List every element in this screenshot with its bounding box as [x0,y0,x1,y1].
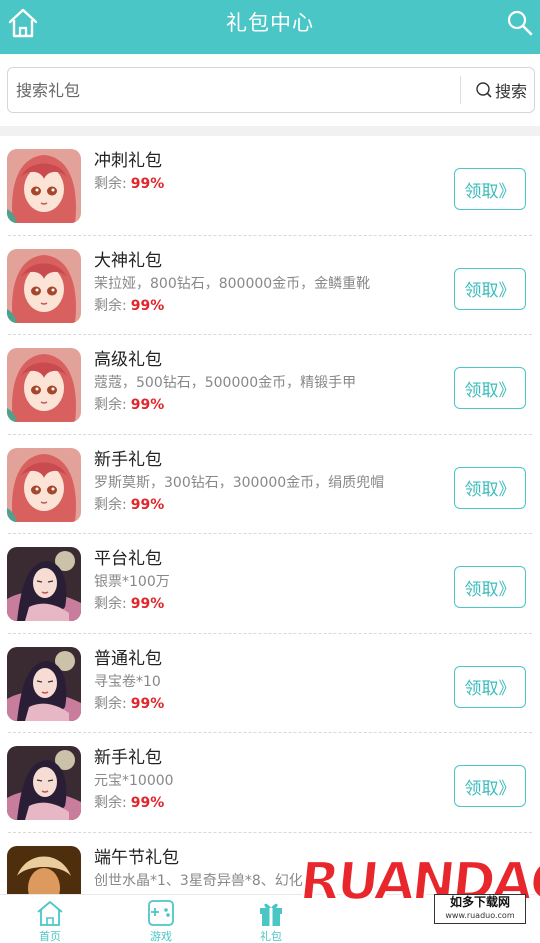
search-icon[interactable] [506,9,534,37]
claim-button[interactable]: 领取》 [454,267,526,310]
game-thumbnail[interactable] [7,348,81,422]
search-input[interactable] [16,75,456,105]
search-divider [460,76,461,104]
gift-info: 大神礼包 茉拉娅，800钻石，800000金币，金鳞重靴 剩余: 99% [94,250,434,316]
gift-name: 普通礼包 [94,648,162,669]
gift-item[interactable]: 新手礼包元宝*10000 剩余: 99% 领取》 [0,733,540,833]
search-button-label: 搜索 [494,82,527,101]
gift-description: 元宝*10000 [94,773,174,789]
gift-remaining: 剩余: 99% [94,793,434,813]
top-bar: 礼包中心 [0,0,540,54]
gift-name: 新手礼包 [94,748,162,768]
gift-info: 高级礼包 蔻蔻，500钻石，500000金币，精锻手甲 剩余: 99% [94,349,434,415]
gift-name: 高级礼包 [94,350,162,370]
watermark-line2: www.ruaduo.com [445,911,515,920]
gift-name: 冲刺礼包 [94,151,162,171]
remaining-label: 剩余: [94,795,127,811]
claim-button[interactable]: 领取》 [454,367,526,409]
gift-info: 新手礼包元宝*10000 剩余: 99% [94,747,434,813]
game-thumbnail[interactable] [7,447,81,522]
gift-info: 冲刺礼包剩余: 99% [94,150,434,194]
game-thumbnail[interactable] [7,646,81,721]
claim-button[interactable]: 领取》 [454,466,526,509]
remaining-label: 剩余: [94,397,127,413]
game-thumbnail[interactable] [7,547,81,621]
gift-remaining: 剩余: 99% [94,594,434,614]
gift-description: 罗斯莫斯，300钻石，300000金币，绢质兜帽 [94,474,385,491]
remaining-label: 剩余: [94,695,127,712]
gift-name: 新手礼包 [94,449,162,470]
gift-item[interactable]: 普通礼包寻宝卷*10 剩余: 99% 领取》 [0,634,540,733]
gift-item[interactable]: 大神礼包 茉拉娅，800钻石，800000金币，金鳞重靴 剩余: 99% 领取》 [0,236,540,335]
section-divider [0,126,540,136]
tab-home-label: 首页 [39,930,61,943]
gift-name: 平台礼包 [94,549,162,569]
search-button[interactable]: 搜索 [468,74,534,106]
claim-button[interactable]: 领取》 [454,765,526,807]
remaining-value: 99% [130,297,165,314]
gift-list[interactable]: 冲刺礼包 剩余: 99% 领取》 大神礼包 茉拉娅，800钻石，800000金币，金鳞重靴… [0,136,540,894]
gift-remaining: 剩余: 99% [94,395,434,415]
tab-home[interactable]: 首页 [5,895,95,943]
claim-button[interactable]: 领取》 [454,566,526,608]
gift-remaining: 剩余: 99% [94,296,434,316]
remaining-value: 99% [130,397,165,413]
remaining-label: 剩余: [94,176,127,192]
gift-description: 茉拉娅，800钻石，800000金币，金鳞重靴 [94,275,371,292]
remaining-label: 剩余: [94,596,127,612]
watermark-caption: 如多下载网 www.ruaduo.com [434,894,526,924]
page-title: 礼包中心 [226,11,314,35]
claim-button[interactable]: 领取》 [454,665,526,708]
gift-remaining: 剩余: 99% [94,694,434,714]
home-icon [37,901,63,926]
gift-description: 蔻蔻，500钻石，500000金币，精锻手甲 [94,375,357,391]
gift-remaining: 剩余: 99% [94,174,434,194]
gift-remaining: 剩余: 99% [94,495,434,515]
gift-description: 寻宝卷*10 [94,673,161,690]
search-section: 搜索 [0,54,540,126]
tab-games[interactable]: 游戏 [116,895,206,943]
remaining-value: 99% [130,795,165,811]
game-thumbnail[interactable] [7,248,81,323]
remaining-value: 99% [130,496,165,513]
gift-name: 大神礼包 [94,250,162,271]
remaining-value: 99% [130,695,165,712]
remaining-label: 剩余: [94,496,127,513]
watermark-line1: 如多下载网 [449,895,510,909]
gift-info: 普通礼包寻宝卷*10 剩余: 99% [94,648,434,714]
search-icon [476,82,492,98]
gift-info: 平台礼包 银票*100万 剩余: 99% [94,548,434,614]
gift-item[interactable]: 平台礼包 银票*100万 剩余: 99% 领取》 [0,534,540,634]
game-thumbnail[interactable] [7,149,81,223]
gift-item[interactable]: 冲刺礼包剩余: 99% 领取》 [0,136,540,236]
remaining-value: 99% [130,596,165,612]
search-box: 搜索 [7,67,535,113]
tab-games-label: 游戏 [150,930,172,943]
site-watermark: RUANDAOO 如多下载网 www.ruaduo.com [296,851,540,940]
game-thumbnail[interactable] [7,845,81,894]
gift-info: 新手礼包 罗斯莫斯，300钻石，300000金币，绢质兜帽 剩余: 99% [94,449,434,515]
gift-item[interactable]: 高级礼包 蔻蔻，500钻石，500000金币，精锻手甲 剩余: 99% 领取》 [0,335,540,435]
gamepad-icon [148,900,174,926]
gift-item[interactable]: 新手礼包 罗斯莫斯，300钻石，300000金币，绢质兜帽 剩余: 99% 领取》 [0,435,540,534]
remaining-value: 99% [130,176,165,192]
remaining-label: 剩余: [94,297,127,314]
gift-description: 银票*100万 [94,574,170,590]
gift-icon [260,903,282,926]
claim-button[interactable]: 领取》 [454,168,526,210]
game-thumbnail[interactable] [7,746,81,820]
